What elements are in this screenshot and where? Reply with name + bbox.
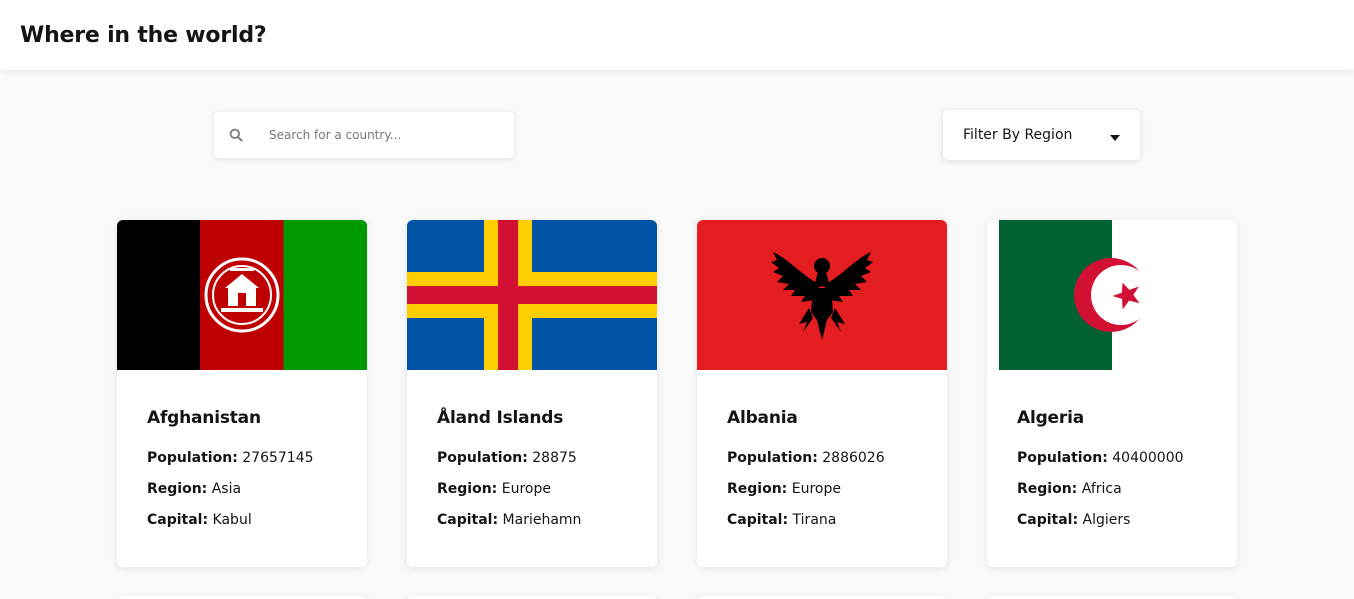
search-box[interactable] [214, 112, 514, 158]
country-name: Afghanistan [147, 408, 261, 428]
country-card-aland-islands[interactable]: Åland Islands Population: 28875 Region: … [407, 220, 657, 567]
population-row: Population: 2886026 [727, 450, 885, 466]
aland-islands-flag-icon [407, 220, 657, 370]
region-row: Region: Europe [727, 481, 841, 497]
region-filter-dropdown[interactable]: Filter By Region [943, 110, 1140, 160]
region-row: Region: Africa [1017, 481, 1122, 497]
albania-flag-icon [697, 220, 947, 370]
population-row: Population: 28875 [437, 450, 577, 466]
search-icon [214, 128, 258, 142]
capital-row: Capital: Mariehamn [437, 512, 582, 528]
population-row: Population: 27657145 [147, 450, 314, 466]
country-name: Åland Islands [437, 408, 564, 428]
country-card-algeria[interactable]: Algeria Population: 40400000 Region: Afr… [987, 220, 1237, 567]
capital-row: Capital: Tirana [727, 512, 837, 528]
capital-row: Capital: Algiers [1017, 512, 1131, 528]
country-name: Albania [727, 408, 798, 428]
country-name: Algeria [1017, 408, 1084, 428]
region-row: Region: Europe [437, 481, 551, 497]
caret-down-icon [1110, 126, 1120, 145]
country-card-albania[interactable]: Albania Population: 2886026 Region: Euro… [697, 220, 947, 567]
region-row: Region: Asia [147, 481, 242, 497]
country-card-afghanistan[interactable]: Afghanistan Population: 27657145 Region:… [117, 220, 367, 567]
afghanistan-flag-icon [117, 220, 367, 370]
region-filter-label: Filter By Region [963, 127, 1073, 143]
app-header: Where in the world? [0, 0, 1354, 70]
app-title: Where in the world? [20, 22, 267, 48]
search-input[interactable] [269, 128, 499, 142]
capital-row: Capital: Kabul [147, 512, 252, 528]
population-row: Population: 40400000 [1017, 450, 1184, 466]
algeria-flag-icon [987, 220, 1237, 370]
